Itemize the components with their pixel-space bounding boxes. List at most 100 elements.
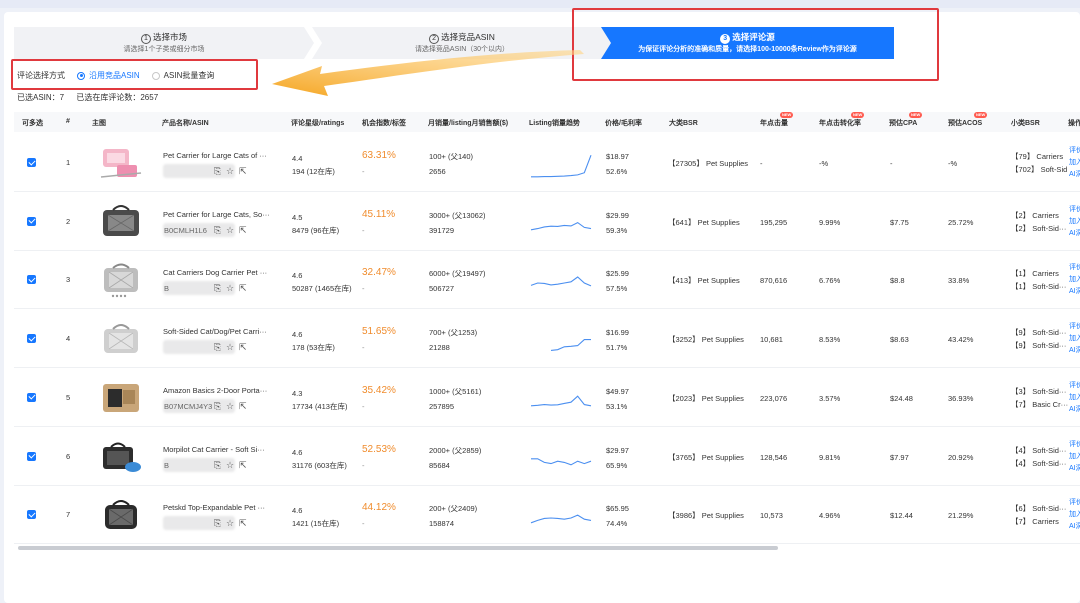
col-subbsr[interactable]: 小类BSR [1011,118,1040,128]
row-index: 3 [66,275,71,285]
col-sales[interactable]: 月销量/listing月销售额($) [428,118,508,128]
sales-trend-sparkline [530,221,592,231]
row-checkbox[interactable] [27,334,36,344]
ai-insight-link[interactable]: AI洞 [1069,403,1080,416]
yearly-clicks: - [760,159,763,168]
product-image[interactable] [99,319,143,359]
star-icon[interactable]: ☆ [226,517,234,530]
row-checkbox[interactable] [27,275,36,285]
table-row[interactable]: 4 Soft-Sided Cat/Dog/Pet Carri··· ⎘ ☆ ⇱ … [14,310,1080,369]
margin: 59.3% [606,225,628,235]
col-bsr[interactable]: 大类BSR [669,118,698,128]
copy-icon[interactable]: ⎘ [214,282,221,295]
opportunity-index: 63.31% [362,150,396,161]
sales-trend-sparkline [530,276,592,287]
product-name[interactable]: Morpilot Cat Carrier - Soft Si··· [163,443,265,456]
row-checkbox[interactable] [27,392,36,402]
subcategory-bsr-2: 【4】 Soft-Sid··· [1011,458,1067,468]
col-rating[interactable]: 评论星级/ratings [291,118,344,128]
copy-icon[interactable]: ⎘ [214,341,221,354]
copy-icon[interactable]: ⎘ [214,165,221,178]
col-clicks[interactable]: 年点击量 NEW [760,112,794,128]
copy-icon[interactable]: ⎘ [214,224,221,237]
external-link-icon[interactable]: ⇱ [239,224,247,237]
row-checkbox[interactable] [27,451,36,461]
radio-batch-asin[interactable]: ASIN批量查询 [151,70,214,81]
row-checkbox[interactable] [27,510,36,520]
table-row[interactable]: 2 Pet Carrier for Large Cats, So··· B0CM… [14,193,1080,251]
margin: 74.4% [606,519,628,529]
col-price[interactable]: 价格/毛利率 [605,118,642,128]
price: $25.99 [606,269,629,279]
external-link-icon[interactable]: ⇱ [239,165,247,178]
horizontal-scrollbar[interactable] [18,546,778,550]
table-row[interactable]: 5 Amazon Basics 2-Door Porta··· B07MCMJ4… [14,369,1080,427]
sparkline-path [531,457,592,465]
product-image[interactable] [99,260,143,300]
rating: 4.6 [292,271,303,281]
external-link-icon[interactable]: ⇱ [239,517,247,530]
product-name[interactable]: Pet Carrier for Large Cats, So··· [163,208,270,221]
review-method-selector: 评论选择方式 沿用竞品ASIN ASIN批量查询 [17,70,214,81]
ai-insight-link[interactable]: AI洞 [1069,227,1080,240]
product-image[interactable] [99,378,143,418]
monthly-revenue: 158874 [429,519,455,529]
radio-reuse-asin[interactable]: 沿用竞品ASIN [77,70,140,81]
row-index: 1 [66,158,71,167]
copy-icon[interactable]: ⎘ [214,517,221,530]
radio-label: 沿用竞品ASIN [89,71,140,80]
product-name[interactable]: Petskd Top-Expandable Pet ··· [163,501,265,514]
ai-insight-link[interactable]: AI洞 [1069,285,1080,298]
row-checkbox[interactable] [27,216,36,226]
external-link-icon[interactable]: ⇱ [239,341,247,354]
ai-insight-link[interactable]: AI洞 [1069,344,1080,357]
star-icon[interactable]: ☆ [226,165,234,178]
subcategory-bsr-2: 【7】 Basic Cr··· [1011,399,1069,409]
copy-icon[interactable]: ⎘ [214,459,221,472]
star-icon[interactable]: ☆ [226,224,234,237]
monthly-revenue: 85684 [429,460,450,470]
ai-insight-link[interactable]: AI洞 [1069,168,1080,181]
col-ctr[interactable]: 年点击转化率 NEW [819,112,865,128]
product-name[interactable]: Soft-Sided Cat/Dog/Pet Carri··· [163,325,267,338]
col-acos[interactable]: 预估ACOS NEW [948,112,988,128]
margin: 65.9% [606,460,628,470]
opportunity-index: 45.11% [362,208,396,220]
star-icon[interactable]: ☆ [226,459,234,472]
table-row[interactable]: 3 Cat Carriers Dog Carrier Pet ··· B ⎘ ☆… [14,251,1080,310]
col-name: 产品名称/ASIN [162,120,209,127]
subcategory-bsr-2: 【7】 Carriers [1011,517,1059,527]
product-name[interactable]: Pet Carrier for Large Cats of ··· [163,149,267,162]
product-name[interactable]: Cat Carriers Dog Carrier Pet ··· [163,266,267,279]
margin: 51.7% [606,343,628,353]
star-icon[interactable]: ☆ [226,282,234,295]
new-tag: NEW [851,112,865,118]
product-image[interactable] [99,143,143,183]
product-image[interactable] [99,202,143,242]
table-row[interactable]: 7 Petskd Top-Expandable Pet ··· ⎘ ☆ ⇱ 4.… [14,486,1080,545]
col-opportunity[interactable]: 机会指数/标签 [362,118,406,128]
ratings-count: 178 (53在库) [292,343,335,353]
external-link-icon[interactable]: ⇱ [239,459,247,472]
table-row[interactable]: 1 Pet Carrier for Large Cats of ··· ⎘ ☆ … [14,134,1080,192]
monthly-sales: 200+ (父2409) [429,504,478,514]
sales-trend-sparkline [530,395,592,407]
ai-insight-link[interactable]: AI洞 [1069,462,1080,475]
external-link-icon[interactable]: ⇱ [239,400,247,413]
star-icon[interactable]: ☆ [226,341,234,354]
opportunity-index: 51.65% [362,326,396,338]
subcategory-bsr-2: 【702】 Soft-Sid [1011,165,1068,174]
product-name[interactable]: Amazon Basics 2-Door Porta··· [163,384,267,397]
table-row[interactable]: 6 Morpilot Cat Carrier - Soft Si··· B ⎘ … [14,428,1080,486]
external-link-icon[interactable]: ⇱ [239,282,247,295]
subcategory-bsr-1: 【2】 Carriers [1011,210,1059,220]
ai-insight-link[interactable]: AI洞 [1069,520,1080,533]
row-checkbox[interactable] [27,158,36,167]
copy-icon[interactable]: ⎘ [214,400,221,413]
star-icon[interactable]: ☆ [226,400,234,413]
ratings-count: 31176 (603在库) [292,460,347,470]
col-cpa[interactable]: 预估CPA NEW [889,112,923,128]
estimated-cpa: $7.75 [890,217,909,227]
product-image[interactable] [99,495,143,535]
product-image[interactable] [99,437,143,477]
